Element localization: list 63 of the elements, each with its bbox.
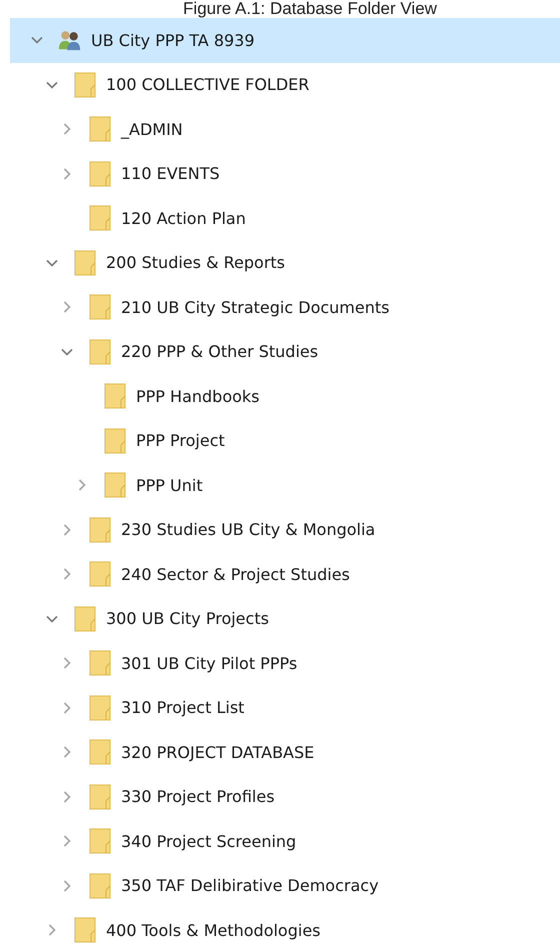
folder-name: 301 UB City Pilot PPPs [121, 654, 298, 673]
folder-icon [103, 426, 127, 455]
folder-name: PPP Unit [136, 476, 203, 495]
tree-row[interactable]: 340 Project Screening [10, 819, 560, 864]
folder-name: 220 PPP & Other Studies [121, 342, 318, 362]
folder-icon [103, 382, 127, 410]
tree-row[interactable]: 300 UB City Projects [10, 596, 560, 641]
tree-row[interactable]: 330 Project Profiles [10, 774, 560, 819]
folder-icon [88, 560, 112, 588]
tree-row[interactable]: 120 Action Plan [10, 196, 560, 240]
tree-row[interactable]: 320 PROJECT DATABASE [10, 730, 560, 774]
tree-row[interactable]: PPP Project [10, 418, 560, 463]
folder-icon [88, 782, 112, 811]
folder-icon [88, 293, 112, 322]
tree-row[interactable]: PPP Handbooks [10, 374, 560, 418]
folder-name: 310 Project List [121, 698, 244, 718]
folder-name: 200 Studies & Reports [106, 253, 285, 272]
folder-icon [88, 827, 112, 856]
tree-row[interactable]: 301 UB City Pilot PPPs [10, 641, 560, 686]
folder-name: 110 EVENTS [121, 164, 220, 184]
tree-row[interactable]: 210 UB City Strategic Documents [10, 285, 560, 330]
folder-name: 350 TAF Delibirative Democracy [121, 876, 379, 896]
folder-icon [88, 115, 112, 144]
folder-name: 330 Project Profiles [121, 787, 275, 806]
folder-icon [73, 248, 97, 277]
tree-row[interactable]: _ADMIN [10, 107, 560, 152]
folder-icon [88, 872, 112, 900]
tree-row[interactable]: 400 Tools & Methodologies [10, 908, 560, 952]
folder-name: UB City PPP TA 8939 [91, 30, 255, 50]
tree-row[interactable]: 100 COLLECTIVE FOLDER [10, 62, 560, 107]
folder-name: PPP Project [136, 431, 225, 450]
folder-icon [73, 916, 97, 944]
folder-name: 230 Studies UB City & Mongolia [121, 520, 376, 540]
folder-icon [88, 694, 112, 722]
tree-row[interactable]: 350 TAF Delibirative Democracy [10, 864, 560, 908]
folder-name: 300 UB City Projects [106, 609, 269, 628]
folder-name: 400 Tools & Methodologies [106, 920, 320, 940]
folder-name: 100 COLLECTIVE FOLDER [106, 75, 310, 94]
figure-caption: Figure A.1: Database Folder View [182, 0, 438, 18]
folder-icon [88, 649, 112, 678]
folder-icon [73, 604, 97, 633]
tree-row[interactable]: 110 EVENTS [10, 152, 560, 196]
tree-row[interactable]: 230 Studies UB City & Mongolia [10, 508, 560, 552]
folder-icon [73, 70, 97, 99]
folder-name: _ADMIN [121, 120, 183, 139]
tree-row[interactable]: UB City PPP TA 8939 [10, 18, 560, 62]
folder-name: 320 PROJECT DATABASE [121, 742, 314, 762]
folder-icon [88, 160, 112, 188]
folder-name: 120 Action Plan [121, 208, 246, 228]
folder-name: 240 Sector & Project Studies [121, 564, 350, 584]
folder-icon [88, 204, 112, 232]
tree-row[interactable]: 220 PPP & Other Studies [10, 330, 560, 374]
folder-icon [103, 471, 127, 500]
folder-icon [88, 738, 112, 766]
tree-row[interactable]: 240 Sector & Project Studies [10, 552, 560, 596]
folder-name: PPP Handbooks [136, 386, 260, 406]
folder-icon [88, 516, 112, 544]
folder-name: 340 Project Screening [121, 832, 296, 851]
folder-icon [88, 338, 112, 366]
tree-row[interactable]: PPP Unit [10, 463, 560, 508]
tree-row[interactable]: 310 Project List [10, 686, 560, 730]
folder-name: 210 UB City Strategic Documents [121, 298, 390, 317]
tree-row[interactable]: 200 Studies & Reports [10, 240, 560, 285]
